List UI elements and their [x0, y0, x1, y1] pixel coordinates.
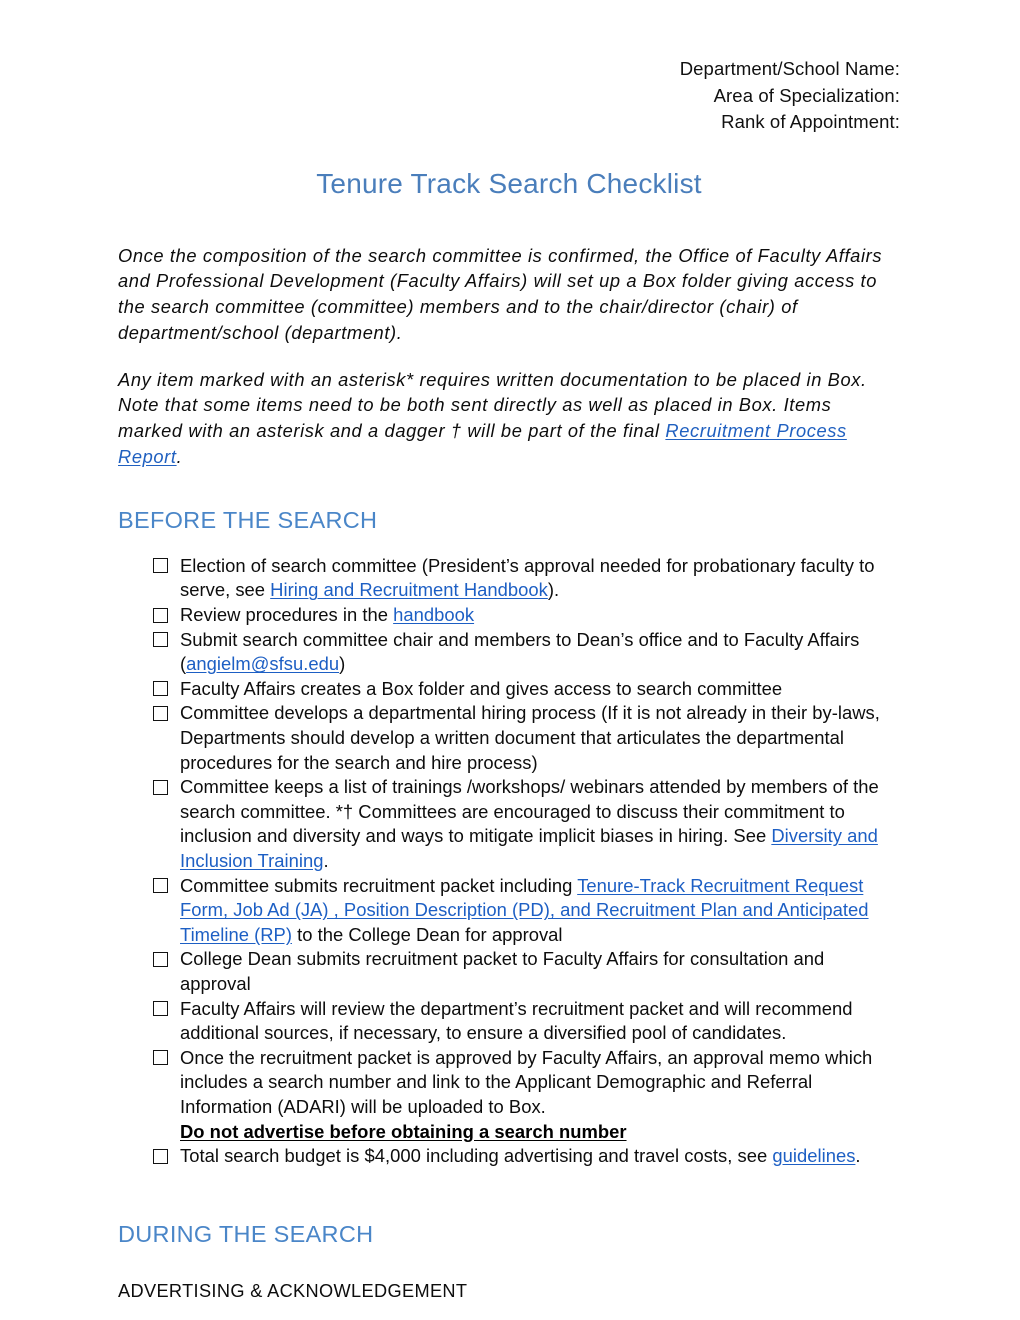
checklist-item[interactable]: Total search budget is $4,000 including …: [118, 1144, 900, 1169]
checklist-item[interactable]: Committee develops a departmental hiring…: [118, 701, 900, 775]
do-not-advertise-note: Do not advertise before obtaining a sear…: [180, 1120, 627, 1142]
checklist-item-text: College Dean submits recruitment packet …: [180, 948, 824, 994]
checkbox-icon[interactable]: [153, 1148, 168, 1164]
checklist-item[interactable]: Review procedures in the handbook: [118, 603, 900, 628]
checkbox-icon[interactable]: [153, 607, 168, 623]
checklist-item-text-run: College Dean submits recruitment packet …: [180, 948, 825, 994]
sub-heading-advertising-acknowledgement: ADVERTISING & ACKNOWLEDGEMENT: [118, 1280, 468, 1301]
checklist-item-text-run: Review procedures in the: [180, 604, 394, 626]
checklist-item-link[interactable]: Hiring and Recruitment Handbook: [270, 579, 548, 600]
section-heading-before-the-search: BEFORE THE SEARCH: [118, 506, 378, 533]
checklist-item-text-run: Total search budget is $4,000 including …: [180, 1145, 773, 1167]
checklist-item-text: Total search budget is $4,000 including …: [180, 1145, 861, 1166]
checkbox-icon[interactable]: [153, 705, 168, 721]
checklist-item[interactable]: Submit search committee chair and member…: [118, 628, 900, 677]
checkbox-icon[interactable]: [153, 1001, 168, 1017]
checklist-item[interactable]: Faculty Affairs will review the departme…: [118, 997, 900, 1046]
checklist-item-link[interactable]: angielm@sfsu.edu: [186, 653, 339, 674]
checklist-item-text: Submit search committee chair and member…: [180, 629, 859, 675]
header-line-specialization: Area of Specialization:: [713, 84, 900, 106]
checklist-item[interactable]: Committee keeps a list of trainings /wor…: [118, 775, 900, 873]
page-title: Tenure Track Search Checklist: [316, 167, 702, 199]
checklist-item[interactable]: Faculty Affairs creates a Box folder and…: [118, 677, 900, 702]
checkbox-icon[interactable]: [153, 951, 168, 967]
checklist-item-text-run: Committee submits recruitment packet inc…: [180, 874, 578, 896]
checkbox-icon[interactable]: [153, 1050, 168, 1066]
checklist-item[interactable]: Election of search committee (President’…: [118, 554, 900, 603]
document-page: Department/School Name: Area of Speciali…: [0, 0, 1020, 1320]
checklist-item-text-run: ).: [547, 579, 560, 601]
checklist-item-text: Review procedures in the handbook: [180, 604, 474, 625]
document-header-fields: Department/School Name: Area of Speciali…: [118, 56, 900, 136]
checklist-item[interactable]: College Dean submits recruitment packet …: [118, 947, 900, 996]
checklist-item-link[interactable]: handbook: [393, 604, 474, 625]
checkbox-icon[interactable]: [153, 558, 168, 574]
checklist-item-text-run: Committee develops a departmental hiring…: [180, 702, 880, 773]
checklist-item-text: Election of search committee (President’…: [180, 555, 874, 601]
checklist-item-text: Once the recruitment packet is approved …: [180, 1047, 900, 1144]
checklist-item-text-run: .: [855, 1145, 861, 1167]
checklist-before-the-search: Election of search committee (President’…: [118, 554, 900, 1169]
checklist-item[interactable]: Once the recruitment packet is approved …: [118, 1046, 900, 1144]
checklist-item[interactable]: Committee submits recruitment packet inc…: [118, 874, 900, 948]
intro-paragraph-2-text-after: .: [176, 446, 183, 468]
checklist-item-text: Faculty Affairs will review the departme…: [180, 998, 853, 1044]
intro-paragraph-1: Once the composition of the search commi…: [118, 244, 883, 343]
checkbox-icon[interactable]: [153, 779, 168, 795]
checklist-item-text: Committee keeps a list of trainings /wor…: [180, 776, 879, 871]
checklist-item-text: Committee submits recruitment packet inc…: [180, 875, 869, 945]
header-line-rank: Rank of Appointment:: [721, 111, 900, 132]
checklist-item-text: Faculty Affairs creates a Box folder and…: [180, 678, 782, 699]
checkbox-icon[interactable]: [153, 878, 168, 894]
checklist-item-link[interactable]: guidelines: [772, 1145, 855, 1166]
checklist-item-text-run: .: [323, 850, 329, 871]
checkbox-icon[interactable]: [153, 681, 168, 697]
checklist-item-text-run: to the College Dean for approval: [291, 923, 563, 945]
checkbox-icon[interactable]: [153, 632, 168, 648]
checklist-item-text-run: ): [339, 653, 346, 675]
checklist-item-text-run: Once the recruitment packet is approved …: [180, 1046, 873, 1117]
checklist-item-text-run: Faculty Affairs will review the departme…: [180, 997, 853, 1044]
intro-paragraph-2: Any item marked with an asterisk* requir…: [118, 367, 900, 470]
section-heading-during-the-search: DURING THE SEARCH: [118, 1220, 374, 1247]
checklist-item-text: Committee develops a departmental hiring…: [180, 702, 880, 772]
header-line-department: Department/School Name:: [679, 58, 900, 79]
checklist-item-text-run: Faculty Affairs creates a Box folder and…: [180, 677, 783, 699]
